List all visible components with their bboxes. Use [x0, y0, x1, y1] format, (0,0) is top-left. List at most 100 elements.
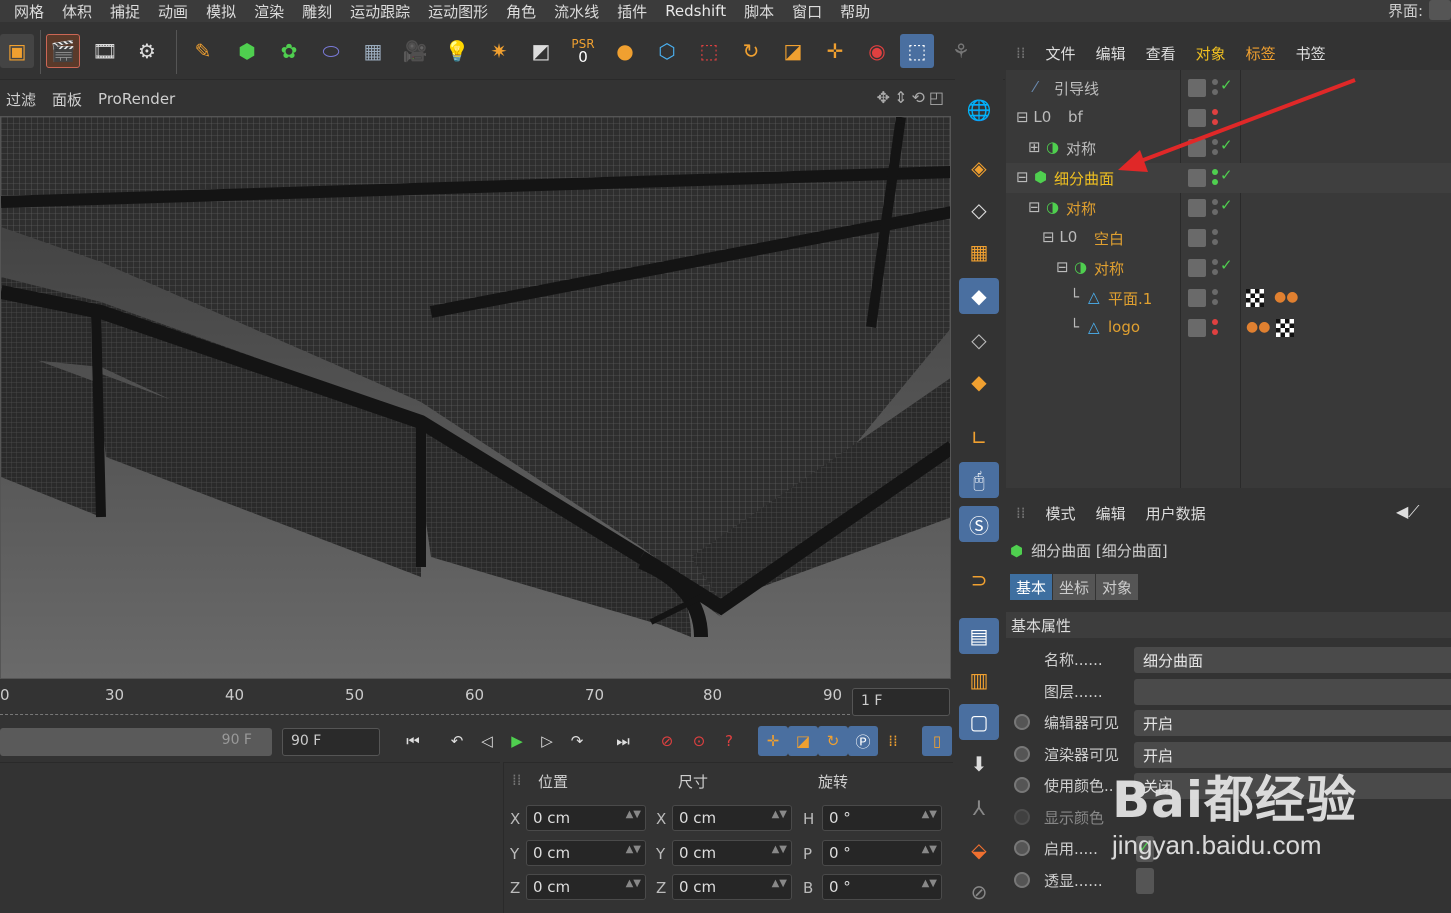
magnet-icon[interactable]: ⊃	[959, 562, 999, 598]
selection-rectangle-icon[interactable]: ⬚	[692, 34, 726, 68]
disabled-icon[interactable]: ⊘	[959, 874, 999, 910]
attribute-value-field[interactable]	[1136, 867, 1154, 894]
menu-item-4[interactable]: 模拟	[197, 1, 245, 22]
texture-mode-icon[interactable]: ◆	[959, 364, 999, 400]
om-menu-item-0[interactable]: 文件	[1036, 43, 1086, 64]
menu-item-6[interactable]: 雕刻	[293, 1, 341, 22]
record-icon[interactable]: ⊘	[652, 726, 682, 756]
rectangle-select-icon[interactable]: ⬚	[900, 34, 934, 68]
menu-item-8[interactable]: 运动图形	[419, 1, 497, 22]
tree-expander-icon[interactable]: ⊟ L0	[1042, 228, 1077, 246]
am-menu-item-2[interactable]: 用户数据	[1136, 503, 1216, 524]
attribute-value-field[interactable]: 开启	[1134, 710, 1451, 736]
timeline-ruler[interactable]: 0 30 40 50 60 70 80 90	[0, 680, 952, 722]
prev-key-icon[interactable]: ↶	[442, 726, 472, 756]
object-row[interactable]: ⊟ ◑ 对称 ✓	[1006, 193, 1451, 223]
texture-tag-icon[interactable]: ●●	[1274, 289, 1298, 307]
download-arrow-icon[interactable]: ⬇	[959, 746, 999, 782]
deformer-icon[interactable]: ⬭	[314, 34, 348, 68]
edit-render-icon[interactable]: ◩	[524, 34, 558, 68]
prev-frame-icon[interactable]: ◁	[472, 726, 502, 756]
current-frame-field[interactable]: 1 F	[852, 688, 950, 716]
param-key-icon[interactable]: Ⓟ	[848, 726, 878, 756]
next-frame-icon[interactable]: ▷	[532, 726, 562, 756]
explode-icon[interactable]: ✷	[482, 34, 516, 68]
menu-item-7[interactable]: 运动跟踪	[341, 1, 419, 22]
go-to-start-icon[interactable]: ⏮	[398, 726, 428, 756]
tree-expander-icon[interactable]: ⊞	[1028, 138, 1041, 156]
om-menu-item-5[interactable]: 书签	[1286, 43, 1336, 64]
position-x-field[interactable]: 0 cm ▲▼	[526, 805, 646, 831]
tree-expander-icon[interactable]: ⊟	[1056, 258, 1069, 276]
object-name[interactable]: 对称	[1066, 198, 1096, 219]
tweak-mode-icon[interactable]: 🖰	[959, 462, 999, 498]
am-menu-item-1[interactable]: 编辑	[1086, 503, 1136, 524]
object-name[interactable]: 平面.1	[1108, 288, 1152, 309]
menu-item-9[interactable]: 角色	[497, 1, 545, 22]
back-arrow-icon[interactable]: ◀⟋	[1396, 502, 1420, 522]
points-mode-icon[interactable]: ◈	[959, 150, 999, 186]
ik-chain-icon[interactable]: ⅄	[959, 790, 999, 826]
scale-key-icon[interactable]: ◪	[788, 726, 818, 756]
object-name[interactable]: 空白	[1094, 228, 1124, 249]
object-row[interactable]: ⊟ L0 空白	[1006, 223, 1451, 253]
autokey-icon[interactable]: ⊙	[684, 726, 714, 756]
rotation-key-icon[interactable]: ↻	[818, 726, 848, 756]
model-mode-active-icon[interactable]: ◆	[959, 278, 999, 314]
attribute-tab-0[interactable]: 基本	[1010, 574, 1054, 600]
object-layer-swatch[interactable]	[1188, 199, 1206, 217]
timeline-range-slider[interactable]: 90 F	[0, 728, 272, 756]
editor-visibility-dot[interactable]	[1212, 259, 1218, 265]
viewport-menu-item-1[interactable]: 面板	[44, 89, 90, 110]
menu-item-14[interactable]: 窗口	[783, 1, 831, 22]
editor-visibility-dot[interactable]	[1212, 199, 1218, 205]
tree-expander-icon[interactable]: ⊟	[1028, 198, 1041, 216]
tree-expander-icon[interactable]: └	[1070, 288, 1079, 306]
light-bulb-icon[interactable]: 💡	[440, 34, 474, 68]
render-picture-viewer-icon[interactable]: 🎞	[88, 34, 122, 68]
texture-tag-icon[interactable]: ●●	[1246, 319, 1270, 337]
play-icon[interactable]: ▶	[502, 726, 532, 756]
editor-visibility-dot[interactable]	[1212, 229, 1218, 235]
generator-cube-icon[interactable]: ⬢	[230, 34, 264, 68]
go-to-end-icon[interactable]: ⏭	[608, 726, 638, 756]
om-menu-item-4[interactable]: 标签	[1236, 43, 1286, 64]
pen-spline-icon[interactable]: ✎	[186, 34, 220, 68]
menu-item-2[interactable]: 捕捉	[101, 1, 149, 22]
object-layer-swatch[interactable]	[1188, 319, 1206, 337]
object-layer-swatch[interactable]	[1188, 289, 1206, 307]
tree-expander-icon[interactable]: ⊟	[1016, 168, 1029, 186]
rotate-icon[interactable]: ↻	[734, 34, 768, 68]
object-name[interactable]: logo	[1108, 318, 1140, 336]
interface-dropdown[interactable]	[1429, 0, 1451, 20]
menu-item-15[interactable]: 帮助	[831, 1, 879, 22]
position-z-field[interactable]: 0 cm ▲▼	[526, 874, 646, 900]
viewport-menu-item-2[interactable]: ProRender	[90, 90, 183, 108]
live-selection-icon[interactable]: ◉	[860, 34, 894, 68]
render-visibility-dot[interactable]	[1212, 329, 1218, 335]
editor-visibility-dot[interactable]	[1212, 289, 1218, 295]
axis-mode-icon[interactable]: ∟	[959, 420, 999, 456]
om-menu-item-3[interactable]: 对象	[1186, 43, 1236, 64]
rotation-b-field[interactable]: 0 ° ▲▼	[822, 874, 942, 900]
position-y-field[interactable]: 0 cm ▲▼	[526, 840, 646, 866]
object-name[interactable]: bf	[1068, 108, 1083, 126]
menu-item-11[interactable]: 插件	[608, 1, 656, 22]
size-x-field[interactable]: 0 cm ▲▼	[672, 805, 792, 831]
tree-expander-icon[interactable]: ⊟ L0	[1016, 108, 1051, 126]
attribute-value-field[interactable]	[1134, 678, 1451, 705]
size-z-field[interactable]: 0 cm ▲▼	[672, 874, 792, 900]
edges-mode-icon[interactable]: ◇	[959, 192, 999, 228]
enabled-check-icon[interactable]: ✓	[1220, 256, 1233, 274]
floor-scene-icon[interactable]: ▦	[356, 34, 390, 68]
position-key-icon[interactable]: ✛	[758, 726, 788, 756]
menu-item-13[interactable]: 脚本	[735, 1, 783, 22]
render-visibility-dot[interactable]	[1212, 269, 1218, 275]
end-frame-field[interactable]: 90 F	[282, 728, 380, 756]
viewport-3d[interactable]	[0, 116, 951, 679]
object-row[interactable]: └ △ logo ●●	[1006, 313, 1451, 343]
pla-key-icon[interactable]: ⁞⁞	[878, 726, 908, 756]
attribute-animate-radio[interactable]	[1014, 777, 1030, 793]
enabled-check-icon[interactable]: ✓	[1220, 196, 1233, 214]
menu-item-0[interactable]: 网格	[0, 1, 53, 22]
